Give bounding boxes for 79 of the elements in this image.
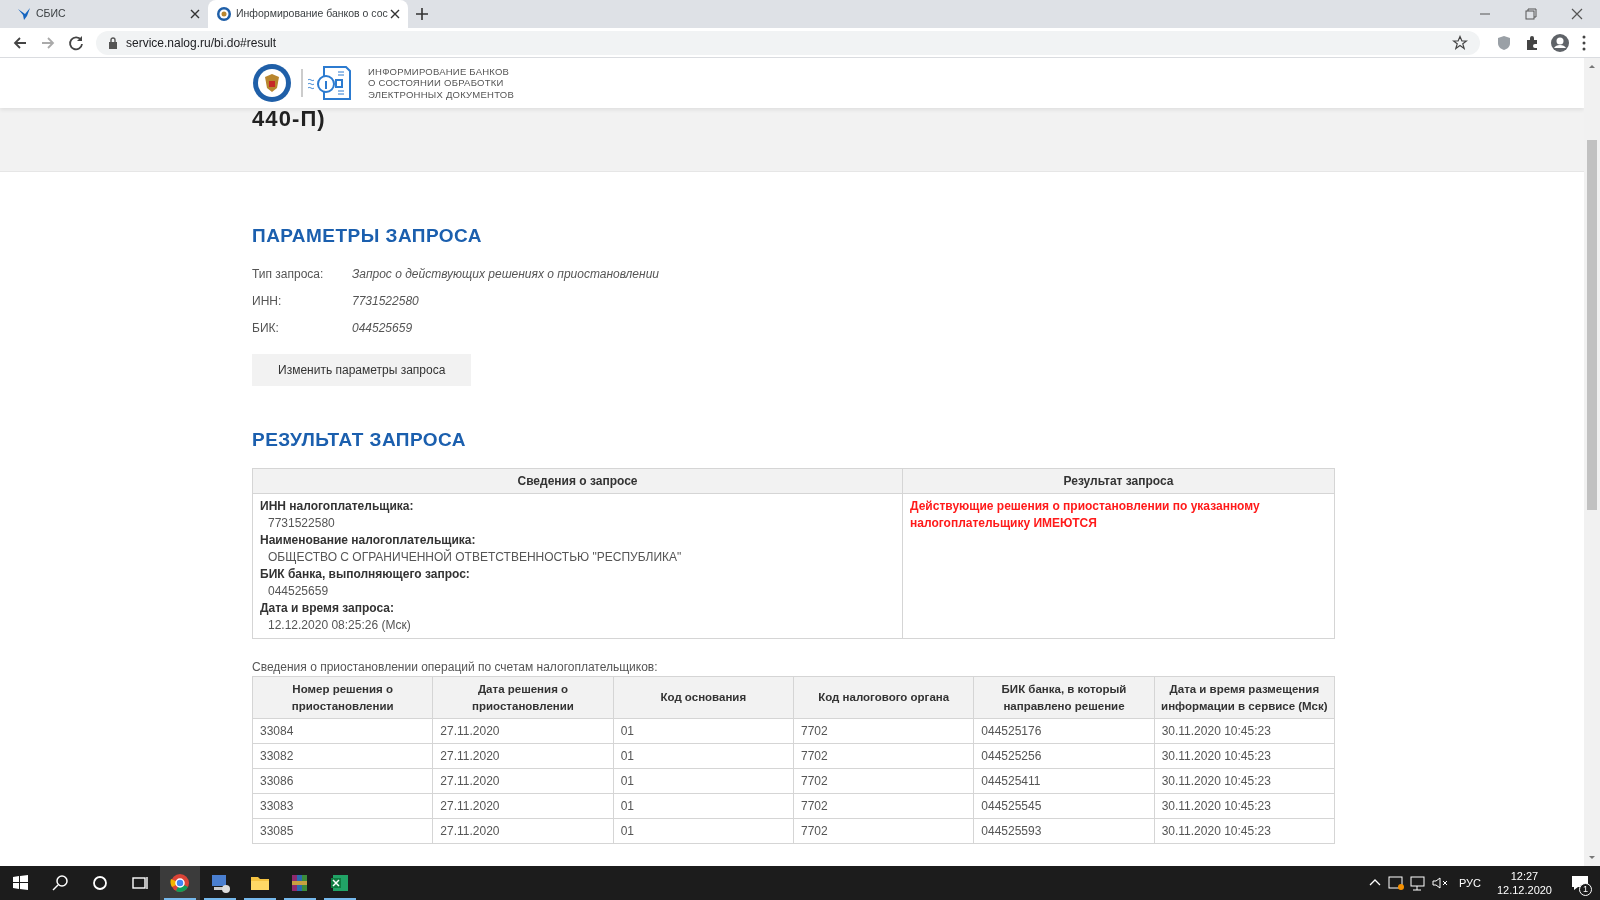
- table-cell: 01: [613, 768, 794, 794]
- column-header: Дата решения о приостановлении: [432, 676, 614, 719]
- browser-tab[interactable]: СБИС: [8, 0, 208, 28]
- section-heading: РЕЗУЛЬТАТ ЗАПРОСА: [252, 427, 468, 452]
- column-header: Сведения о запросе: [252, 468, 903, 494]
- field-label: ИНН:: [252, 293, 283, 310]
- page-title-fragment: 440-П): [252, 108, 327, 133]
- document-info-logo: [300, 63, 352, 103]
- table-cell: 30.11.2020 10:45:23: [1154, 768, 1335, 794]
- field-label: Дата и время запроса:: [260, 600, 395, 617]
- table-cell: 044525593: [973, 818, 1155, 844]
- column-header: Номер решения о приостановлении: [252, 676, 433, 719]
- table-cell: 33083: [252, 793, 433, 819]
- table-cell: 33084: [252, 718, 433, 744]
- table-cell: 30.11.2020 10:45:23: [1154, 743, 1335, 769]
- field-value: 7731522580: [352, 293, 419, 310]
- column-header: БИК банка, в который направлено решение: [973, 676, 1155, 719]
- change-parameters-button[interactable]: Изменить параметры запроса: [252, 353, 472, 386]
- language-indicator[interactable]: РУС: [1450, 874, 1489, 892]
- star-icon[interactable]: [1452, 34, 1468, 51]
- field-value: 044525659: [352, 320, 413, 337]
- close-icon[interactable]: [390, 9, 400, 19]
- bird-icon: [16, 6, 32, 22]
- field-label: БИК:: [252, 320, 280, 337]
- table-caption: Сведения о приостановлении операций по счетам налогоплательщиков:: [252, 659, 659, 676]
- table-cell: 33085: [252, 818, 433, 844]
- table-cell: 27.11.2020: [432, 743, 614, 769]
- field-value: 7731522580: [267, 515, 336, 532]
- table-cell: 7702: [793, 793, 974, 819]
- field-value: 044525659: [267, 583, 330, 600]
- field-label: Тип запроса:: [252, 266, 325, 283]
- table-cell: 33086: [252, 768, 433, 794]
- notification-badge: 1: [1579, 883, 1592, 896]
- column-header: Дата и время размещения информации в сервисе (Мск): [1154, 676, 1335, 719]
- field-label: Наименование налогоплательщика:: [260, 532, 477, 549]
- table-cell: 01: [613, 818, 794, 844]
- table-cell: 7702: [793, 718, 974, 744]
- table-cell: 044525256: [973, 743, 1155, 769]
- field-value: ОБЩЕСТВО С ОГРАНИЧЕННОЙ ОТВЕТСТВЕННОСТЬЮ "РЕСПУБЛИКА": [267, 549, 683, 566]
- column-header: Код налогового органа: [793, 676, 974, 719]
- lock-icon: [108, 36, 118, 49]
- table-cell: 30.11.2020 10:45:23: [1154, 793, 1335, 819]
- table-cell: 30.11.2020 10:45:23: [1154, 818, 1335, 844]
- field-label: ИНН налогоплательщика:: [260, 498, 415, 515]
- table-cell: 7702: [793, 768, 974, 794]
- table-cell: 27.11.2020: [432, 718, 614, 744]
- table-cell: 01: [613, 743, 794, 769]
- table-cell: 044525176: [973, 718, 1155, 744]
- scrollbar-thumb[interactable]: [1587, 140, 1597, 510]
- column-header: Результат запроса: [902, 468, 1335, 494]
- browser-tab[interactable]: Информирование банков о сос: [208, 0, 408, 28]
- clock-time[interactable]: 12:27: [1510, 869, 1539, 883]
- table-cell: 7702: [793, 743, 974, 769]
- clock-date[interactable]: 12.12.2020: [1496, 883, 1552, 897]
- table-cell: 044525411: [973, 768, 1155, 794]
- scrollbar[interactable]: [1584, 58, 1600, 866]
- field-value: 12.12.2020 08:25:26 (Мск): [267, 617, 412, 634]
- section-heading: ПАРАМЕТРЫ ЗАПРОСА: [252, 224, 484, 248]
- taskbar-app[interactable]: [160, 866, 200, 900]
- column-header: Код основания: [613, 676, 794, 719]
- close-icon[interactable]: [190, 9, 200, 19]
- header-title-line: ЭЛЕКТРОННЫХ ДОКУМЕНТОВ: [368, 88, 514, 101]
- table-cell: 33082: [252, 743, 433, 769]
- table-cell: 27.11.2020: [432, 768, 614, 794]
- table-cell: 27.11.2020: [432, 793, 614, 819]
- table-cell: 30.11.2020 10:45:23: [1154, 718, 1335, 744]
- field-value: Запрос о действующих решениях о приостановлении: [352, 266, 659, 283]
- table-cell: 01: [613, 793, 794, 819]
- emblem-icon: [216, 6, 232, 22]
- address-bar[interactable]: service.nalog.ru/bi.do#result: [96, 30, 1480, 55]
- table-cell: 7702: [793, 818, 974, 844]
- field-label: БИК банка, выполняющего запрос:: [260, 566, 471, 583]
- table-cell: 27.11.2020: [432, 818, 614, 844]
- header-title-line: О СОСТОЯНИИ ОБРАБОТКИ: [368, 77, 505, 89]
- table-cell: 01: [613, 718, 794, 744]
- emblem-logo: [252, 63, 292, 103]
- table-cell: 044525545: [973, 793, 1155, 819]
- header-title-line: ИНФОРМИРОВАНИЕ БАНКОВ: [368, 65, 511, 78]
- result-message: Действующие решения о приостановлении по указанному налогоплательщику ИМЕЮТСЯ: [910, 498, 1261, 532]
